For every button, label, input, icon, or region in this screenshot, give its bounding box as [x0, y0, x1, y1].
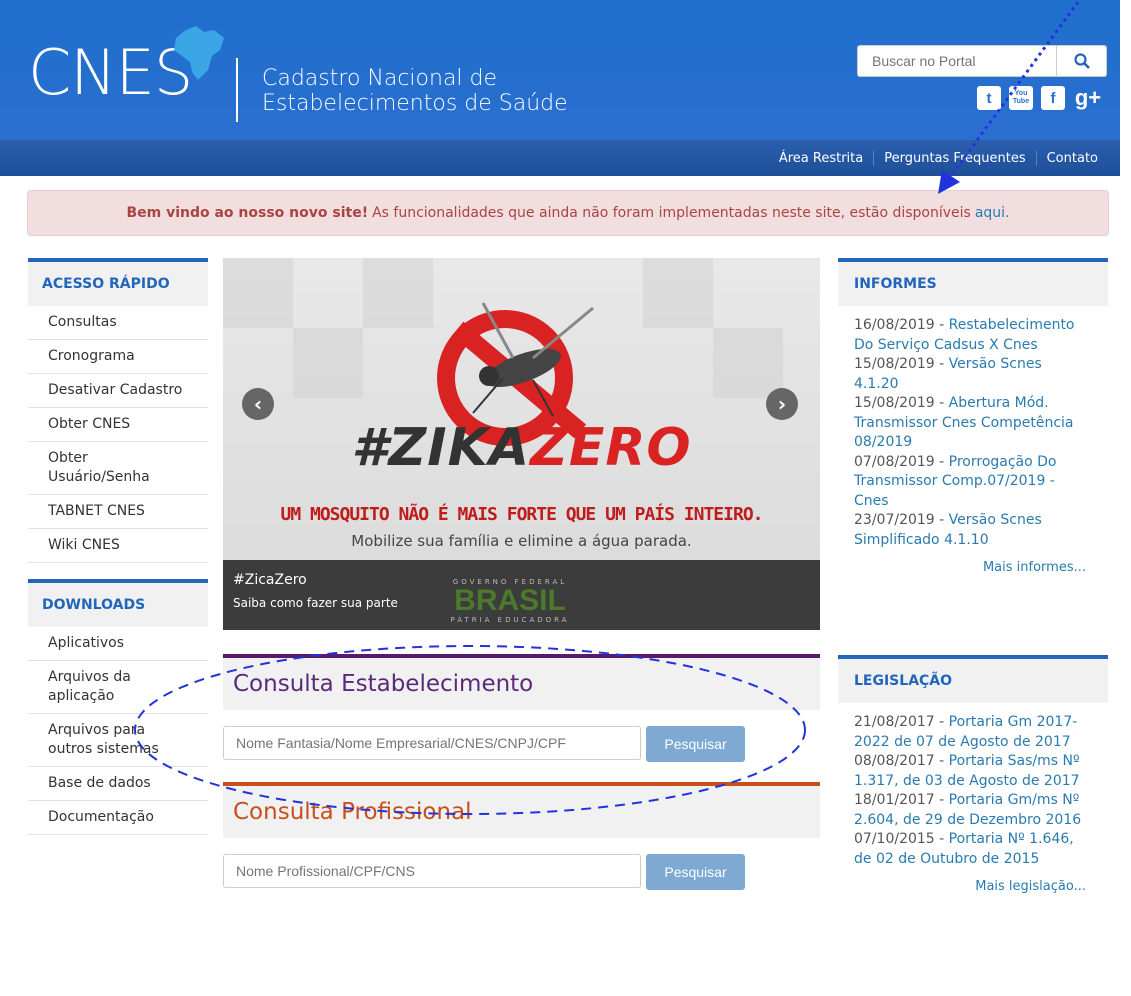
estabelecimento-search-input[interactable] — [223, 726, 641, 760]
tagline-line2: Estabelecimentos de Saúde — [262, 91, 568, 116]
bg-tile — [223, 258, 293, 328]
informes-list: 16/08/2019 - Restabelecimento Do Serviço… — [838, 306, 1108, 578]
bg-tile — [713, 328, 783, 398]
legislacao-item[interactable]: 07/10/2015 - Portaria Nº 1.646, de 02 de… — [854, 830, 1090, 869]
consulta-profissional-form: Pesquisar — [223, 838, 820, 908]
mosquito-icon — [472, 302, 594, 417]
carousel-prev-button[interactable]: ‹ — [242, 388, 274, 420]
legislacao-list: 21/08/2017 - Portaria Gm 2017-2022 de 07… — [838, 703, 1108, 897]
profissional-search-button[interactable]: Pesquisar — [646, 854, 745, 890]
hashtag-right: ZERO — [530, 418, 692, 478]
sidebar-item-tabnet-cnes[interactable]: TABNET CNES — [28, 495, 208, 529]
nav-perguntas-frequentes[interactable]: Perguntas Frequentes — [873, 150, 1035, 166]
gov-brand: BRASIL — [454, 584, 566, 617]
informe-date: 15/08/2019 - — [854, 395, 945, 411]
downloads-list: Aplicativos Arquivos da aplicação Arquiv… — [28, 627, 208, 835]
legislacao-date: 07/10/2015 - — [854, 831, 945, 847]
alert-text: As funcionalidades que ainda não foram i… — [372, 205, 971, 221]
bg-tile — [643, 258, 713, 328]
facebook-icon[interactable]: f — [1041, 86, 1065, 110]
alert-link[interactable]: aqui. — [975, 205, 1010, 221]
top-navigation: Área Restrita Perguntas Frequentes Conta… — [0, 140, 1120, 176]
bg-tile — [363, 258, 433, 328]
gov-bottom: PÁTRIA EDUCADORA — [450, 616, 570, 624]
legislacao-heading: LEGISLAÇÃO — [838, 655, 1108, 703]
portal-search — [857, 45, 1107, 77]
governo-federal-logo: GOVERNO FEDERAL BRASIL PÁTRIA EDUCADORA — [445, 578, 575, 624]
consulta-profissional-title: Consulta Profissional — [223, 782, 820, 838]
logo-separator — [236, 58, 238, 122]
acesso-rapido-heading: ACESSO RÁPIDO — [28, 258, 208, 306]
informe-date: 16/08/2019 - — [854, 317, 945, 333]
consulta-profissional: Consulta Profissional Pesquisar — [223, 782, 820, 908]
left-sidebar: ACESSO RÁPIDO Consultas Cronograma Desat… — [28, 258, 208, 835]
informe-item[interactable]: 15/08/2019 - Abertura Mód. Transmissor C… — [854, 394, 1090, 453]
mais-legislacao-link[interactable]: Mais legislação... — [854, 869, 1090, 897]
sidebar-item-obter-usuario-senha[interactable]: Obter Usuário/Senha — [28, 442, 208, 495]
sidebar-item-wiki-cnes[interactable]: Wiki CNES — [28, 529, 208, 563]
topnav-links: Área Restrita Perguntas Frequentes Conta… — [769, 140, 1108, 176]
legislacao-date: 21/08/2017 - — [854, 714, 945, 730]
consulta-estabelecimento-form: Pesquisar — [223, 710, 820, 780]
informe-item[interactable]: 23/07/2019 - Versão Scnes Simplificado 4… — [854, 511, 1090, 550]
search-input[interactable] — [857, 45, 1057, 77]
caption-subtitle: Saiba como fazer sua parte — [233, 596, 398, 610]
mais-informes-link[interactable]: Mais informes... — [854, 550, 1090, 578]
legislacao-date: 08/08/2017 - — [854, 753, 945, 769]
informe-item[interactable]: 16/08/2019 - Restabelecimento Do Serviço… — [854, 316, 1090, 355]
informe-date: 23/07/2019 - — [854, 512, 945, 528]
acesso-rapido-list: Consultas Cronograma Desativar Cadastro … — [28, 306, 208, 563]
informes-panel: INFORMES 16/08/2019 - Restabelecimento D… — [838, 258, 1108, 578]
brazil-map-icon — [174, 26, 224, 80]
site-header: CNES Cadastro Nacional de Estabeleciment… — [0, 0, 1120, 140]
welcome-alert: Bem vindo ao nosso novo site! As funcion… — [27, 190, 1109, 236]
consulta-estabelecimento: Consulta Estabelecimento Pesquisar — [223, 654, 820, 780]
sidebar-item-aplicativos[interactable]: Aplicativos — [28, 627, 208, 661]
alert-bold: Bem vindo ao nosso novo site! — [126, 205, 369, 221]
caption-title: #ZicaZero — [233, 572, 307, 588]
informe-date: 07/08/2019 - — [854, 453, 945, 470]
sidebar-item-base-de-dados[interactable]: Base de dados — [28, 767, 208, 801]
consulta-estabelecimento-title: Consulta Estabelecimento — [223, 654, 820, 710]
banner-headline: UM MOSQUITO NÃO É MAIS FORTE QUE UM PAÍS… — [280, 504, 763, 525]
bg-tile — [293, 328, 363, 398]
sidebar-item-arquivos-outros-sistemas[interactable]: Arquivos para outros sistemas — [28, 714, 208, 767]
sidebar-item-desativar-cadastro[interactable]: Desativar Cadastro — [28, 374, 208, 408]
zika-zero-hashtag: #ZIKAZERO — [223, 418, 820, 478]
sidebar-item-documentacao[interactable]: Documentação — [28, 801, 208, 835]
search-button[interactable] — [1057, 45, 1107, 77]
carousel-slide: #ZIKAZERO UM MOSQUITO NÃO É MAIS FORTE Q… — [223, 258, 820, 560]
sidebar-item-arquivos-aplicacao[interactable]: Arquivos da aplicação — [28, 661, 208, 714]
banner-subline: Mobilize sua família e elimine a água pa… — [351, 532, 692, 550]
site-tagline: Cadastro Nacional de Estabelecimentos de… — [262, 66, 568, 116]
legislacao-panel: LEGISLAÇÃO 21/08/2017 - Portaria Gm 2017… — [838, 655, 1108, 897]
legislacao-item[interactable]: 18/01/2017 - Portaria Gm/ms Nº 2.604, de… — [854, 791, 1090, 830]
profissional-search-input[interactable] — [223, 854, 641, 888]
carousel-caption: #ZicaZero Saiba como fazer sua parte GOV… — [223, 560, 820, 630]
informe-item[interactable]: 07/08/2019 - Prorrogação Do Transmissor … — [854, 453, 1090, 512]
sidebar-item-consultas[interactable]: Consultas — [28, 306, 208, 340]
informe-date: 15/08/2019 - — [854, 356, 945, 372]
carousel-next-button[interactable]: › — [766, 388, 798, 420]
nav-contato[interactable]: Contato — [1035, 150, 1108, 166]
tagline-line1: Cadastro Nacional de — [262, 66, 498, 91]
nav-area-restrita[interactable]: Área Restrita — [769, 151, 873, 166]
sidebar-item-cronograma[interactable]: Cronograma — [28, 340, 208, 374]
legislacao-item[interactable]: 21/08/2017 - Portaria Gm 2017-2022 de 07… — [854, 713, 1090, 752]
legislacao-item[interactable]: 08/08/2017 - Portaria Sas/ms Nº 1.317, d… — [854, 752, 1090, 791]
youtube-icon[interactable]: You Tube — [1009, 86, 1033, 110]
downloads-heading: DOWNLOADS — [28, 579, 208, 627]
estabelecimento-search-button[interactable]: Pesquisar — [646, 726, 745, 762]
twitter-icon[interactable]: t — [977, 86, 1001, 110]
informe-item[interactable]: 15/08/2019 - Versão Scnes 4.1.20 — [854, 355, 1090, 394]
legislacao-date: 18/01/2017 - — [854, 792, 945, 808]
zika-carousel[interactable]: #ZIKAZERO UM MOSQUITO NÃO É MAIS FORTE Q… — [223, 258, 820, 630]
social-links: t You Tube f g+ — [977, 85, 1103, 114]
hashtag-left: #ZIKA — [351, 418, 531, 478]
sidebar-item-obter-cnes[interactable]: Obter CNES — [28, 408, 208, 442]
googleplus-icon[interactable]: g+ — [1073, 85, 1103, 110]
search-icon — [1073, 53, 1090, 69]
informes-heading: INFORMES — [838, 258, 1108, 306]
